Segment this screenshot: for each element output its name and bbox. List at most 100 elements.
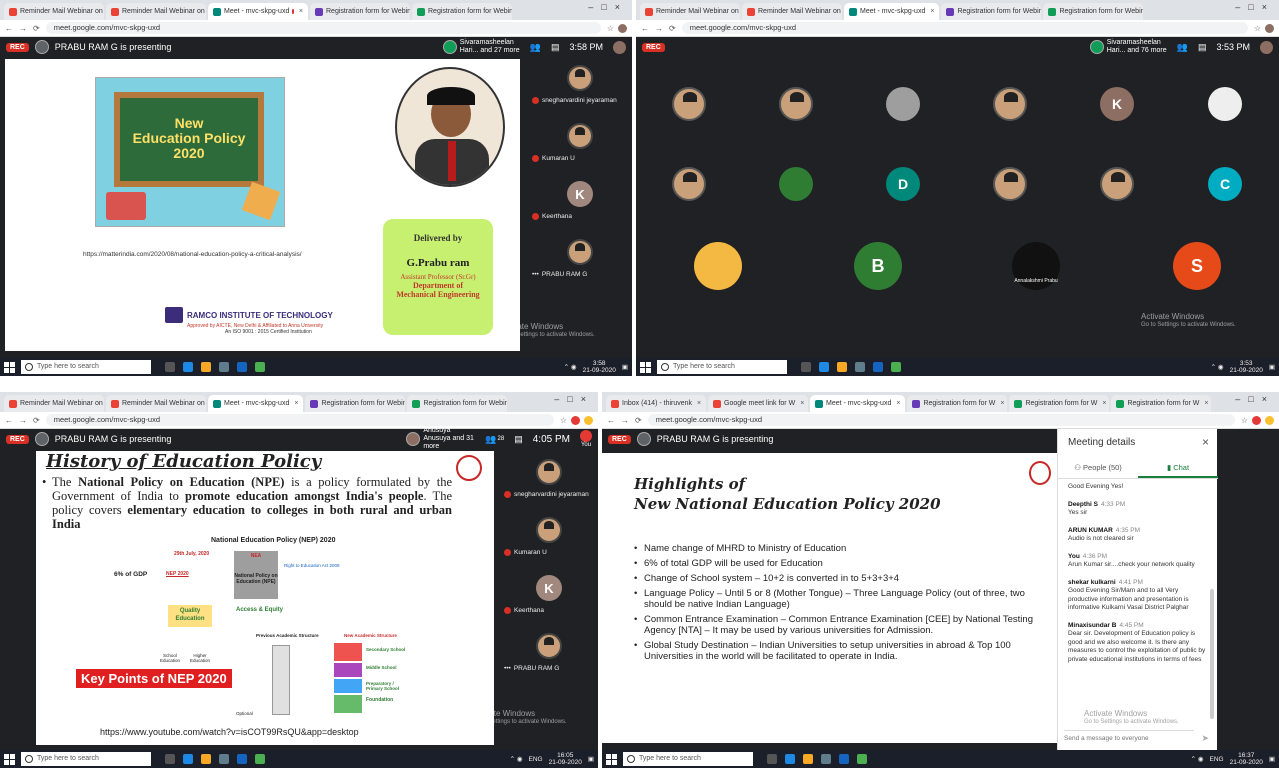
browser-tab-active[interactable]: Meet - mvc-skpg-uxd × bbox=[208, 395, 304, 412]
profile-icon[interactable] bbox=[1265, 23, 1274, 33]
browser-tab[interactable]: Registration form for Webinar× bbox=[1043, 3, 1144, 20]
window-controls[interactable]: –□× bbox=[1235, 2, 1275, 12]
browser-tab[interactable]: Inbox (414) - thiruvenk × bbox=[606, 395, 706, 412]
network-icon[interactable]: ⌃ ◉ bbox=[1191, 756, 1204, 763]
chat-icon[interactable]: ▤ bbox=[551, 42, 560, 53]
browser-tab[interactable]: Reminder Mail Webinar on N× bbox=[640, 3, 740, 20]
close-icon[interactable]: × bbox=[1000, 395, 1004, 412]
participant-avatar-letter[interactable]: K bbox=[1100, 87, 1134, 121]
windows-start-icon[interactable] bbox=[606, 753, 617, 765]
url-input[interactable]: meet.google.com/mvc-skpg-uxd bbox=[45, 22, 601, 34]
task-view-icon[interactable] bbox=[165, 754, 175, 764]
close-icon[interactable]: × bbox=[294, 395, 298, 412]
participant-avatar-letter[interactable]: B bbox=[854, 242, 902, 290]
tab-chat[interactable]: ▮ Chat bbox=[1138, 457, 1218, 478]
close-icon[interactable]: × bbox=[1102, 395, 1106, 412]
window-controls[interactable]: –□× bbox=[1235, 394, 1275, 404]
url-input[interactable]: meet.google.com/mvc-skpg-uxd bbox=[45, 414, 554, 426]
participant-tile[interactable]: snegharvardini jeyaraman bbox=[528, 65, 632, 105]
profile-icon[interactable] bbox=[1260, 40, 1273, 54]
profile-icon[interactable] bbox=[618, 23, 627, 33]
more-icon[interactable]: ••• bbox=[504, 665, 511, 672]
file-explorer-icon[interactable] bbox=[803, 754, 813, 764]
file-explorer-icon[interactable] bbox=[837, 362, 847, 372]
forward-icon[interactable]: → bbox=[19, 24, 27, 33]
participant-tile[interactable] bbox=[779, 167, 813, 201]
participant-tile[interactable]: snegharvardini jeyaraman bbox=[500, 459, 598, 499]
star-icon[interactable]: ☆ bbox=[1254, 24, 1261, 33]
task-view-icon[interactable] bbox=[801, 362, 811, 372]
participant-tile[interactable] bbox=[886, 87, 920, 121]
profile-icon[interactable] bbox=[1265, 415, 1274, 425]
window-controls[interactable]: –□× bbox=[588, 2, 628, 12]
edge-icon[interactable] bbox=[183, 362, 193, 372]
forward-icon[interactable]: → bbox=[19, 416, 27, 425]
browser-tab-active[interactable]: Meet - mvc-skpg-uxd × bbox=[810, 395, 906, 412]
language-label[interactable]: ENG bbox=[1210, 756, 1224, 763]
store-icon[interactable] bbox=[855, 362, 865, 372]
browser-tab[interactable]: Registration form for W × bbox=[1009, 395, 1110, 412]
browser-tab[interactable]: Reminder Mail Webinar on N× bbox=[106, 3, 206, 20]
reload-icon[interactable]: ⟳ bbox=[33, 416, 40, 425]
extension-icon[interactable] bbox=[571, 415, 580, 425]
tab-people[interactable]: ⚇ People (50) bbox=[1058, 457, 1138, 478]
self-view[interactable]: You bbox=[580, 430, 592, 448]
taskbar-search-input[interactable]: Type here to search bbox=[21, 360, 151, 374]
back-icon[interactable]: ← bbox=[607, 416, 615, 425]
network-icon[interactable]: ⌃ ◉ bbox=[564, 364, 577, 371]
participant-tile[interactable] bbox=[694, 242, 742, 290]
browser-tab[interactable]: Reminder Mail Webinar on N× bbox=[4, 3, 104, 20]
window-controls[interactable]: –□× bbox=[554, 394, 594, 404]
network-icon[interactable]: ⌃ ◉ bbox=[1211, 364, 1224, 371]
browser-tab-active[interactable]: Meet - mvc-skpg-uxd × bbox=[208, 3, 308, 20]
browser-tab[interactable]: Registration form for Webinar× bbox=[305, 395, 406, 412]
participant-tile[interactable]: Kumaran U bbox=[528, 123, 632, 163]
chrome-icon[interactable] bbox=[857, 754, 867, 764]
edge-icon[interactable] bbox=[819, 362, 829, 372]
reload-icon[interactable]: ⟳ bbox=[635, 416, 642, 425]
browser-tab[interactable]: Registration form for Webinar× bbox=[310, 3, 410, 20]
chat-icon[interactable]: ▤ bbox=[514, 434, 523, 445]
people-icon[interactable]: 👥 bbox=[530, 42, 541, 53]
store-icon[interactable] bbox=[821, 754, 831, 764]
chat-message-input[interactable] bbox=[1064, 730, 1194, 746]
windows-start-icon[interactable] bbox=[640, 361, 651, 373]
browser-tab[interactable]: Reminder Mail Webinar on N× bbox=[106, 395, 206, 412]
close-icon[interactable]: × bbox=[1202, 435, 1209, 449]
close-icon[interactable]: × bbox=[800, 395, 804, 412]
participant-tile[interactable]: Annalakshmi Prabu bbox=[1012, 242, 1060, 290]
chrome-icon[interactable] bbox=[891, 362, 901, 372]
participant-tile[interactable] bbox=[672, 87, 706, 121]
participant-tile[interactable] bbox=[993, 167, 1027, 201]
notification-icon[interactable]: ▣ bbox=[588, 756, 594, 763]
extension-icon[interactable] bbox=[1252, 415, 1261, 425]
chat-icon[interactable]: ▤ bbox=[1198, 42, 1207, 53]
taskbar-search-input[interactable]: Type here to search bbox=[657, 360, 787, 374]
store-icon[interactable] bbox=[219, 754, 229, 764]
mail-icon[interactable] bbox=[839, 754, 849, 764]
participant-tile[interactable]: ••• PRABU RAM G bbox=[528, 239, 632, 279]
task-view-icon[interactable] bbox=[165, 362, 175, 372]
close-icon[interactable]: × bbox=[299, 3, 303, 20]
notification-icon[interactable]: ▣ bbox=[622, 364, 628, 371]
participants-chip[interactable]: Sivaramasheelan Hari... and 27 more bbox=[442, 39, 520, 55]
participants-chip[interactable]: Anusuya Anusuya and 31 more bbox=[406, 427, 475, 451]
taskbar-search-input[interactable]: Type here to search bbox=[623, 752, 753, 766]
participant-avatar-letter[interactable]: D bbox=[886, 167, 920, 201]
notification-icon[interactable]: ▣ bbox=[1269, 756, 1275, 763]
reload-icon[interactable]: ⟳ bbox=[669, 24, 676, 33]
chrome-icon[interactable] bbox=[255, 362, 265, 372]
people-button[interactable]: 👥 28 bbox=[485, 434, 504, 445]
edge-icon[interactable] bbox=[785, 754, 795, 764]
participant-tile[interactable]: K Keerthana bbox=[528, 181, 632, 221]
profile-icon[interactable] bbox=[584, 415, 593, 425]
browser-tab[interactable]: Registration form for Webinar× bbox=[412, 3, 512, 20]
notification-icon[interactable]: ▣ bbox=[1269, 364, 1275, 371]
store-icon[interactable] bbox=[219, 362, 229, 372]
star-icon[interactable]: ☆ bbox=[607, 24, 614, 33]
browser-tab[interactable]: Registration form for W × bbox=[1111, 395, 1212, 412]
file-explorer-icon[interactable] bbox=[201, 362, 211, 372]
participant-tile[interactable] bbox=[993, 87, 1027, 121]
browser-tab[interactable]: Registration form for W × bbox=[907, 395, 1008, 412]
people-icon[interactable]: 👥 bbox=[1177, 42, 1188, 53]
